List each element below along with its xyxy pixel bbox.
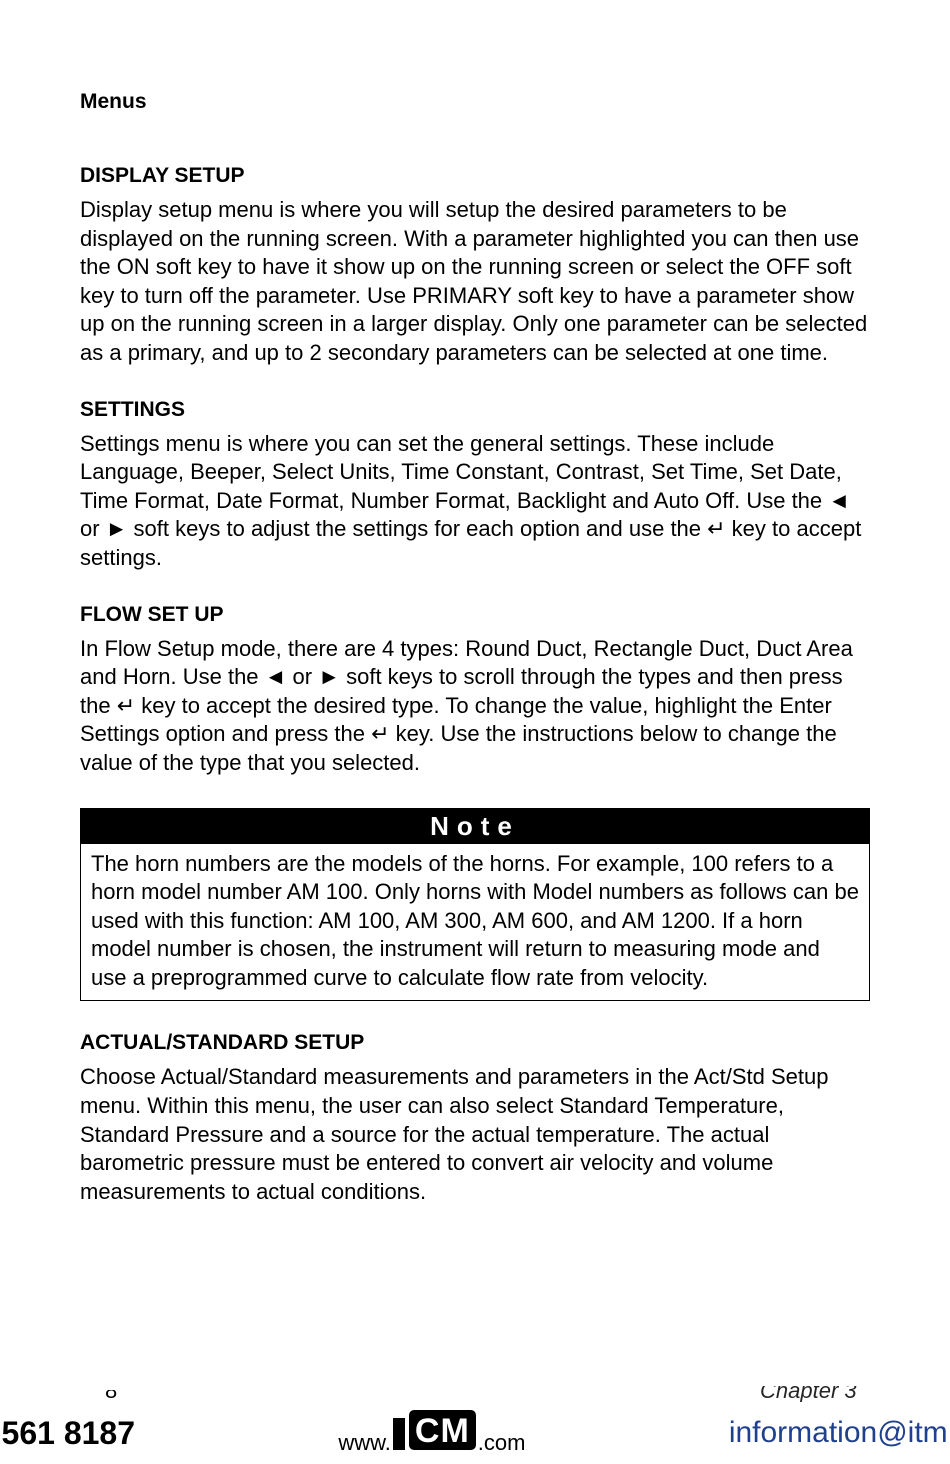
logo-cm-text: CM bbox=[415, 1412, 470, 1450]
note-header: Note bbox=[81, 809, 869, 844]
display-setup-body: Display setup menu is where you will set… bbox=[80, 196, 870, 368]
footer-www: www. bbox=[338, 1430, 391, 1456]
settings-body: Settings menu is where you can set the g… bbox=[80, 430, 870, 573]
note-body: The horn numbers are the models of the h… bbox=[81, 844, 869, 1001]
logo-i-icon bbox=[393, 1418, 405, 1450]
page-footer: ) 561 8187 www. CM .com information@itm. bbox=[0, 1410, 950, 1464]
document-page: Menus DISPLAY SETUP Display setup menu i… bbox=[0, 0, 950, 1206]
footer-website: www. CM .com bbox=[338, 1410, 525, 1456]
actual-standard-heading: ACTUAL/STANDARD SETUP bbox=[80, 1031, 870, 1055]
chapter-hint: Chapter 3 bbox=[760, 1386, 870, 1402]
page-title: Menus bbox=[80, 90, 870, 114]
itm-logo: CM bbox=[393, 1410, 476, 1450]
logo-cm-box: CM bbox=[409, 1410, 476, 1450]
flow-setup-body: In Flow Setup mode, there are 4 types: R… bbox=[80, 635, 870, 778]
note-box: Note The horn numbers are the models of … bbox=[80, 808, 870, 1002]
settings-heading: SETTINGS bbox=[80, 398, 870, 422]
footer-dotcom: .com bbox=[478, 1430, 526, 1456]
actual-standard-body: Choose Actual/Standard measurements and … bbox=[80, 1063, 870, 1206]
page-number-hint: 8 bbox=[105, 1390, 117, 1402]
footer-phone: ) 561 8187 bbox=[0, 1415, 135, 1452]
display-setup-heading: DISPLAY SETUP bbox=[80, 164, 870, 188]
footer-email: information@itm. bbox=[729, 1416, 950, 1450]
flow-setup-heading: FLOW SET UP bbox=[80, 603, 870, 627]
